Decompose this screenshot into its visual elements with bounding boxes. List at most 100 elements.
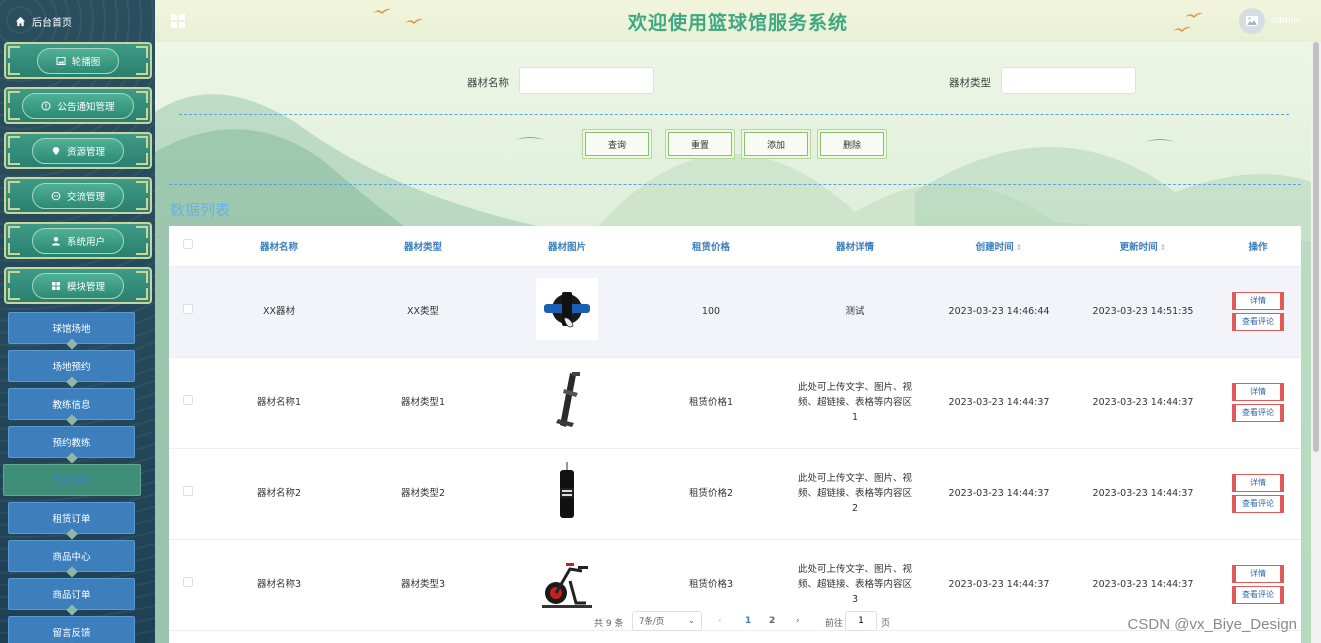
chat-bubble-icon <box>51 191 61 200</box>
reset-button[interactable]: 重置 <box>668 132 732 156</box>
equipment-name-label: 器材名称 <box>467 77 509 89</box>
equipment-name-input[interactable] <box>519 67 654 94</box>
page-title: 欢迎使用篮球馆服务系统 <box>627 12 848 34</box>
sidebar-group-users[interactable]: 系统用户 <box>4 222 152 259</box>
table-row: 器材名称1 器材类型1 租赁价格1 此处可上传文字、图片、视频、超链接、表格等内… <box>169 357 1301 448</box>
goto-suffix: 页 <box>881 619 891 629</box>
column-header: 器材图片 <box>495 226 639 267</box>
column-header-label: 创建时间 <box>975 241 1014 253</box>
sidebar-item-product-center[interactable]: 商品中心 <box>8 540 135 572</box>
cell-name: XX器材 <box>262 306 296 317</box>
sidebar-home-link[interactable]: 后台首页 <box>0 0 155 42</box>
cell-image <box>495 357 639 448</box>
grid-icon <box>51 281 60 290</box>
table-row: XX器材 XX类型 100 测试 2023-03-23 14:46:44 202… <box>169 266 1301 357</box>
sidebar-group-label: 资源管理 <box>66 146 105 158</box>
sidebar-group-modules[interactable]: 模块管理 <box>4 267 152 304</box>
username[interactable]: admin <box>1271 16 1299 26</box>
cell-price: 100 <box>701 306 721 317</box>
sidebar-item-court-booking[interactable]: 场地预约 <box>8 350 135 382</box>
sidebar-group-label: 模块管理 <box>66 281 105 293</box>
detail-button[interactable]: 详情 <box>1232 383 1284 401</box>
goto-page-input[interactable] <box>845 611 877 631</box>
data-table: 器材名称 器材类型 器材图片 租赁价格 器材详情 创建时间 ⇕ 更新时间 ⇕ 操作 … <box>169 226 1301 643</box>
page-size-select[interactable]: 7条/页 ⌄ <box>632 611 702 631</box>
equipment-type-input[interactable] <box>1001 67 1136 94</box>
select-all-checkbox[interactable] <box>169 226 207 267</box>
column-header: 器材类型 <box>351 226 495 267</box>
column-header: 操作 <box>1215 226 1301 267</box>
cell-actions: 详情 查看评论 <box>1215 448 1301 539</box>
sidebar-item-product-orders[interactable]: 商品订单 <box>8 578 135 610</box>
user-icon <box>51 236 60 245</box>
location-pin-icon <box>52 146 60 155</box>
sidebar-group-communication[interactable]: 交流管理 <box>4 177 152 214</box>
view-comments-button[interactable]: 查看评论 <box>1232 586 1284 604</box>
total-count: 共 9 条 <box>594 619 624 629</box>
cell-updated: 2023-03-23 14:44:37 <box>1092 488 1194 499</box>
divider <box>169 184 1301 185</box>
detail-button[interactable]: 详情 <box>1232 474 1284 492</box>
sidebar-item-feedback[interactable]: 留言反馈 <box>8 616 135 643</box>
scrollbar[interactable] <box>1311 42 1321 643</box>
view-comments-button[interactable]: 查看评论 <box>1232 495 1284 513</box>
detail-button[interactable]: 详情 <box>1232 292 1284 310</box>
add-button[interactable]: 添加 <box>744 132 808 156</box>
view-comments-button[interactable]: 查看评论 <box>1232 404 1284 422</box>
sidebar-item-rental-orders[interactable]: 租赁订单 <box>8 502 135 534</box>
cell-actions: 详情 查看评论 <box>1215 266 1301 357</box>
cell-image <box>495 266 639 357</box>
punching-bag-image <box>536 460 598 522</box>
sidebar-group-carousel[interactable]: 轮播图 <box>4 42 152 79</box>
image-icon <box>56 56 66 65</box>
image-icon <box>1246 16 1258 26</box>
column-header-label: 更新时间 <box>1119 241 1158 253</box>
row-checkbox[interactable] <box>169 357 207 448</box>
cell-type: 器材类型2 <box>400 488 446 499</box>
sidebar-home-label: 后台首页 <box>32 17 72 29</box>
home-icon <box>15 16 26 26</box>
column-header: 器材名称 <box>207 226 351 267</box>
sidebar-item-coach-booking[interactable]: 预约教练 <box>8 426 135 458</box>
row-checkbox[interactable] <box>169 266 207 357</box>
row-checkbox[interactable] <box>169 448 207 539</box>
cell-updated: 2023-03-23 14:51:35 <box>1092 306 1194 317</box>
sidebar-group-resources[interactable]: 资源管理 <box>4 132 152 169</box>
top-header: 欢迎使用篮球馆服务系统 admin <box>155 0 1321 42</box>
cell-created: 2023-03-23 14:44:37 <box>948 397 1050 408</box>
goto-label: 前往 <box>825 619 844 629</box>
detail-button[interactable]: 详情 <box>1232 565 1284 583</box>
cell-name: 器材名称2 <box>256 488 302 499</box>
cell-detail: 测试 <box>845 306 865 317</box>
column-header-sortable[interactable]: 更新时间 ⇕ <box>1071 226 1215 267</box>
scrollbar-thumb[interactable] <box>1313 42 1319 452</box>
prev-page-icon[interactable]: ‹ <box>718 616 722 626</box>
column-header: 租赁价格 <box>639 226 783 267</box>
next-page-icon[interactable]: › <box>796 616 800 626</box>
cell-created: 2023-03-23 14:46:44 <box>948 306 1050 317</box>
chevron-down-icon: ⌄ <box>687 616 695 626</box>
view-comments-button[interactable]: 查看评论 <box>1232 313 1284 331</box>
cell-updated: 2023-03-23 14:44:37 <box>1092 397 1194 408</box>
page-number[interactable]: 1 <box>745 616 751 626</box>
cell-detail: 此处可上传文字、图片、视频、超链接、表格等内容区1 <box>797 382 912 423</box>
column-header: 器材详情 <box>783 226 927 267</box>
column-header-sortable[interactable]: 创建时间 ⇕ <box>927 226 1071 267</box>
avatar[interactable] <box>1239 8 1265 34</box>
search-bar: 器材名称 器材类型 <box>155 67 1311 97</box>
cell-price: 租赁价格2 <box>688 488 734 499</box>
cell-created: 2023-03-23 14:44:37 <box>948 488 1050 499</box>
divider <box>179 114 1289 115</box>
page-number[interactable]: 2 <box>769 616 775 626</box>
query-button[interactable]: 查询 <box>585 132 649 156</box>
cell-price: 租赁价格1 <box>688 397 734 408</box>
sidebar-item-courts[interactable]: 球馆场地 <box>8 312 135 344</box>
delete-button[interactable]: 删除 <box>820 132 884 156</box>
sort-icon[interactable]: ⇕ <box>1160 243 1167 252</box>
sidebar-group-announcements[interactable]: 公告通知管理 <box>4 87 152 124</box>
page-size-value: 7条/页 <box>639 617 665 627</box>
watermark: CSDN @vx_Biye_Design <box>1127 616 1297 633</box>
sidebar-item-equipment-rental[interactable]: 租赁器材 <box>3 464 141 496</box>
sidebar-item-coach-info[interactable]: 教练信息 <box>8 388 135 420</box>
sort-icon[interactable]: ⇕ <box>1016 243 1023 252</box>
